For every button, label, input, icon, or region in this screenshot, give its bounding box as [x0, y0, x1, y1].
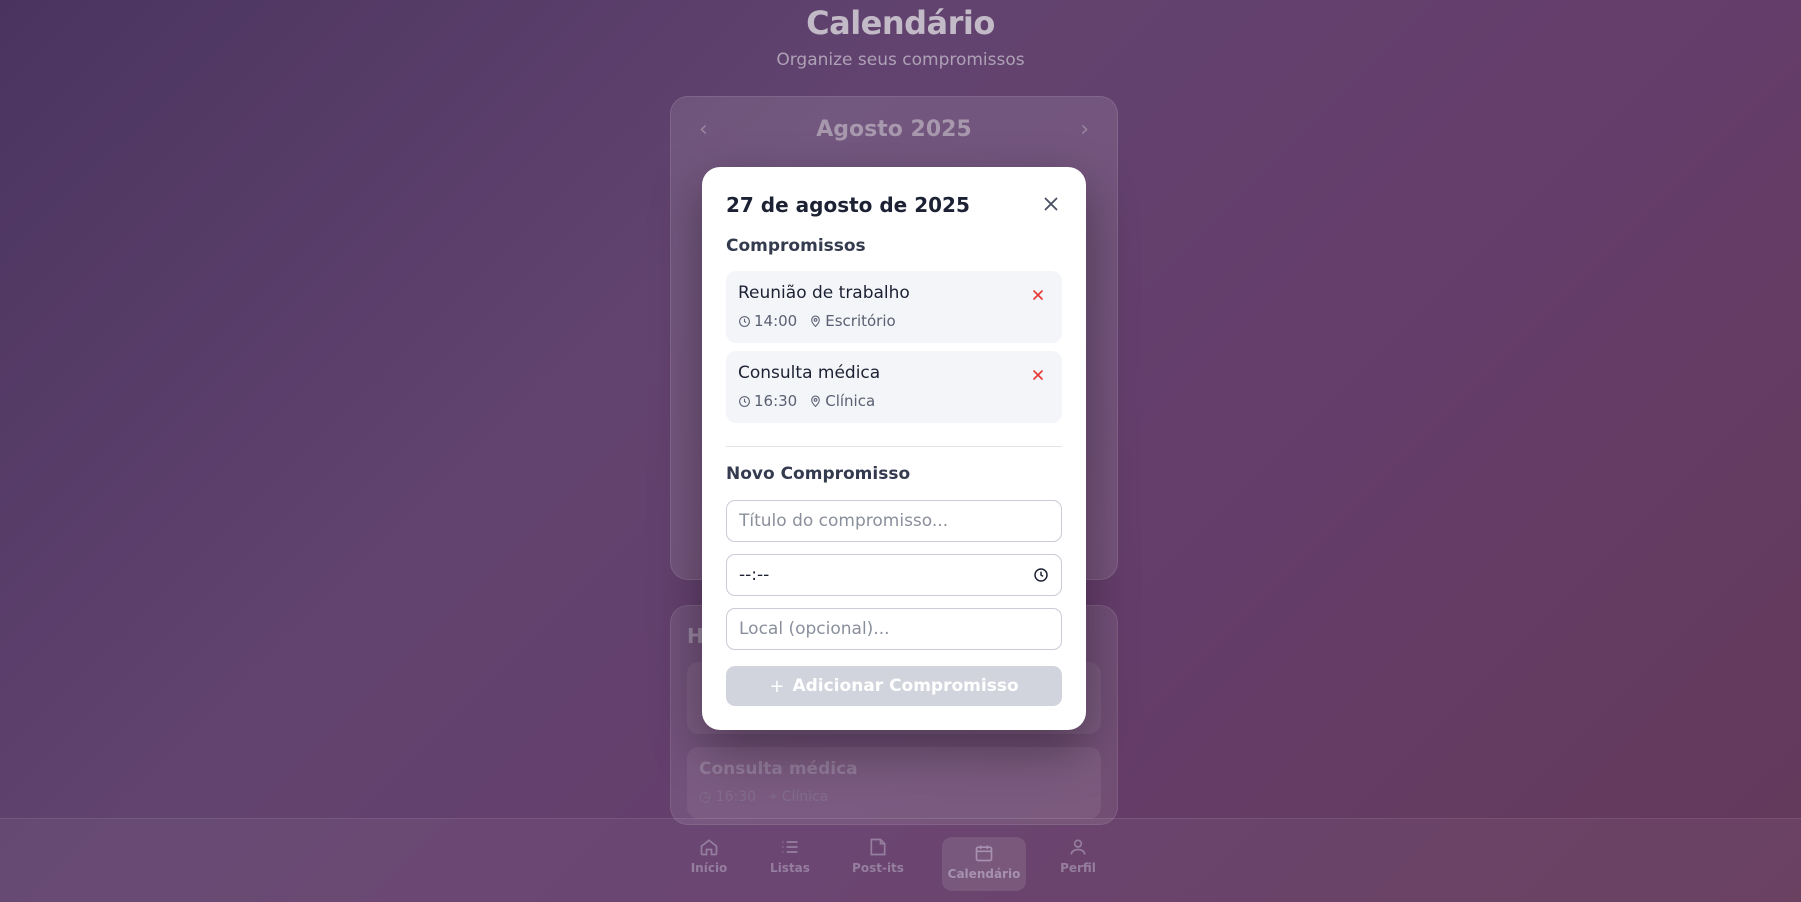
appointment-meta: 14:00 Escritório: [738, 312, 896, 330]
appointment-time-input[interactable]: --:--: [726, 554, 1062, 596]
location-icon: [811, 395, 821, 407]
appointments-label: Compromissos: [726, 236, 866, 256]
clock-icon: [739, 395, 750, 407]
clock-icon[interactable]: [1033, 567, 1049, 583]
appointment-location-input[interactable]: [726, 608, 1062, 650]
day-modal: 27 de agosto de 2025 Compromissos Reuniã…: [702, 167, 1086, 730]
appointment-item[interactable]: Reunião de trabalho 14:00 Escritório: [726, 271, 1062, 343]
add-appointment-button[interactable]: + Adicionar Compromisso: [726, 666, 1062, 706]
close-icon[interactable]: [1040, 193, 1062, 215]
appointment-location: Clínica: [825, 392, 876, 410]
modal-title: 27 de agosto de 2025: [726, 193, 970, 217]
appointment-meta: 16:30 Clínica: [738, 392, 875, 410]
delete-icon[interactable]: [1030, 287, 1046, 303]
divider: [726, 446, 1062, 447]
plus-icon: +: [769, 675, 785, 697]
clock-icon: [739, 315, 750, 327]
appointment-time: 14:00: [754, 312, 798, 330]
appointment-item[interactable]: Consulta médica 16:30 Clínica: [726, 351, 1062, 423]
location-icon: [811, 315, 821, 327]
delete-icon[interactable]: [1030, 367, 1046, 383]
time-value: --:--: [739, 565, 770, 585]
appointment-title-input[interactable]: [726, 500, 1062, 542]
new-appointment-label: Novo Compromisso: [726, 464, 911, 484]
appointment-location: Escritório: [825, 312, 896, 330]
appointment-title: Consulta médica: [738, 363, 881, 383]
add-button-label: Adicionar Compromisso: [792, 676, 1019, 696]
appointment-time: 16:30: [754, 392, 798, 410]
appointment-title: Reunião de trabalho: [738, 283, 910, 303]
